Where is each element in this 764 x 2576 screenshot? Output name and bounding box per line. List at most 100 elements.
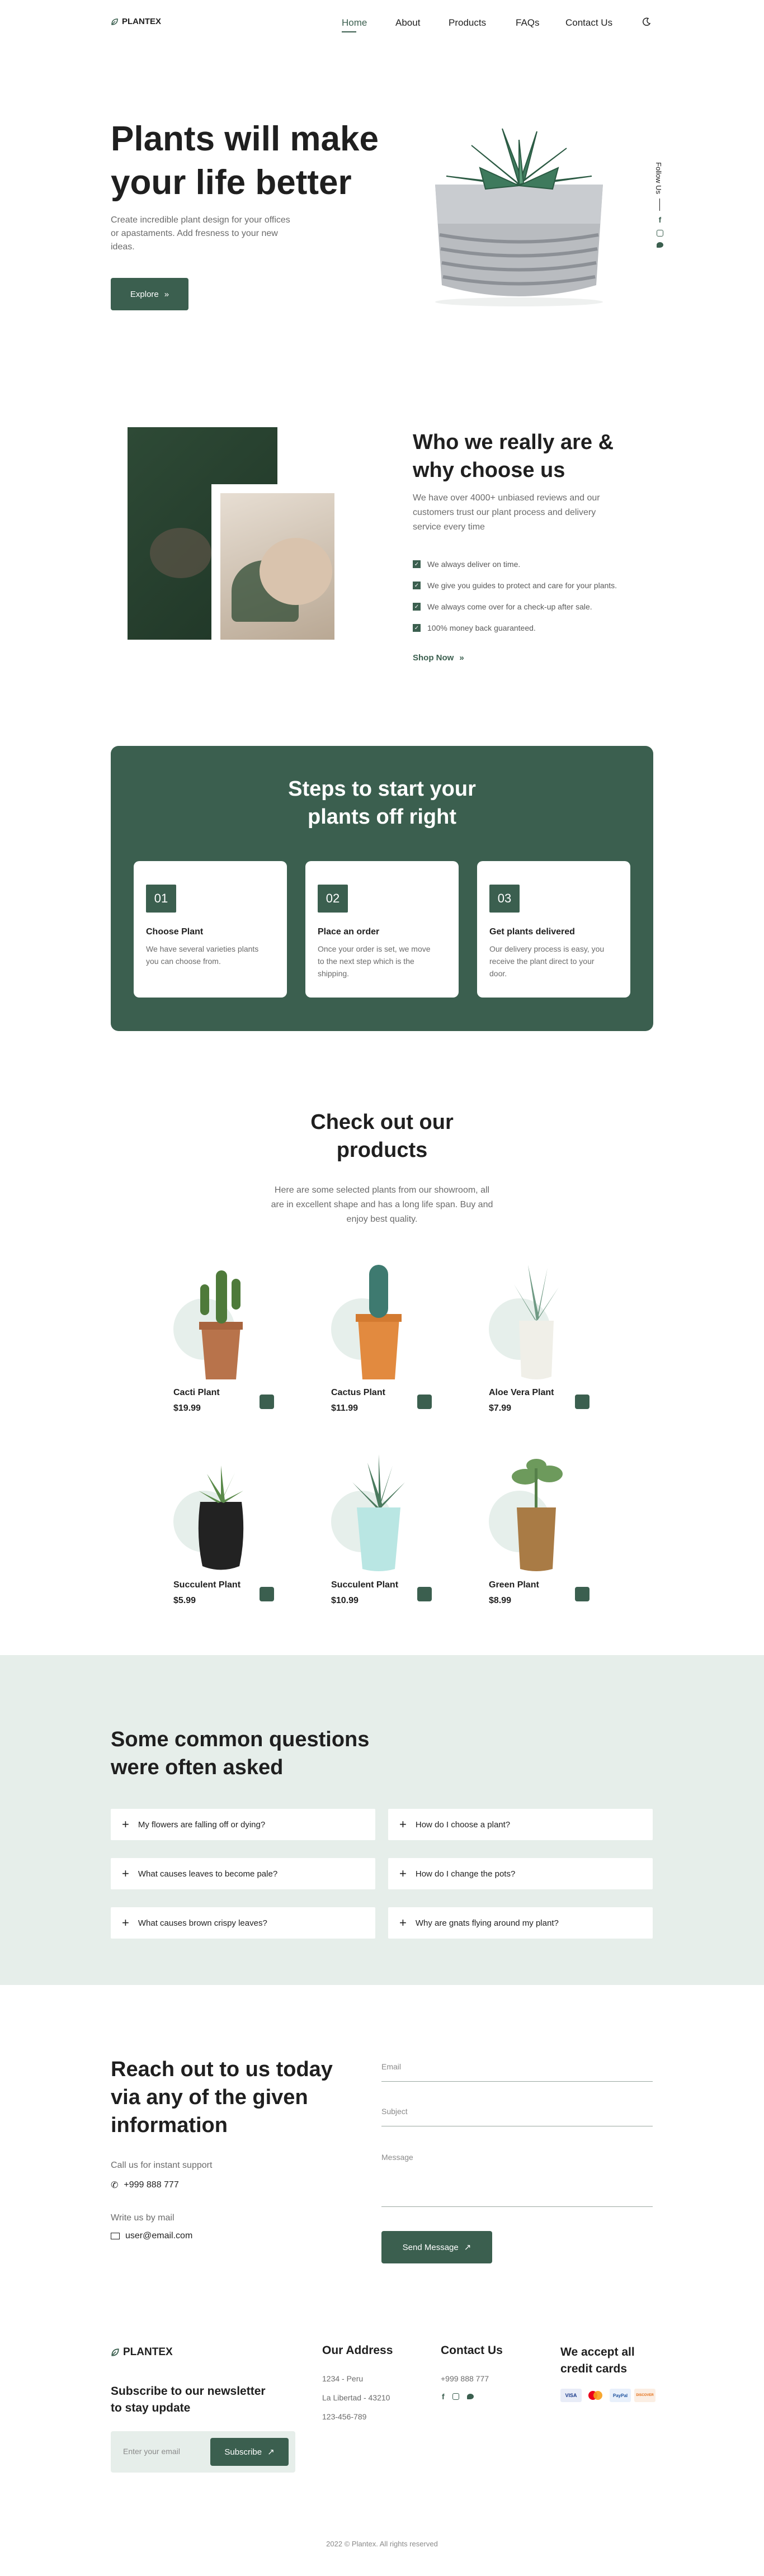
email-field[interactable] [381, 2081, 653, 2082]
copyright: 2022 © Plantex. All rights reserved [326, 2540, 438, 2548]
instagram-icon[interactable] [452, 2393, 459, 2400]
visa-card-icon: VISA [560, 2389, 582, 2402]
follow-us-bar: Follow Us f [654, 162, 666, 248]
checkbox-icon: ✓ [413, 624, 421, 632]
about-title: Who we really are & why choose us [413, 431, 614, 482]
step-number: 01 [146, 885, 176, 913]
faq-item[interactable]: + What causes brown crispy leaves? [111, 1907, 375, 1939]
hero-subtitle: Create incredible plant design for your … [111, 215, 290, 252]
faq-item[interactable]: + How do I change the pots? [388, 1858, 653, 1889]
check-item: ✓ We give you guides to protect and care… [413, 575, 617, 596]
product-image [199, 1270, 243, 1379]
product-card[interactable]: Succulent Plant $5.99 [173, 1452, 274, 1619]
faq-item[interactable]: + What causes leaves to become pale? [111, 1858, 375, 1889]
product-name: Cacti Plant [173, 1388, 220, 1397]
address-title: Our Address [322, 2344, 393, 2357]
product-name: Succulent Plant [331, 1580, 399, 1590]
mail-icon [111, 2233, 120, 2239]
nav-home[interactable]: Home [342, 17, 367, 29]
step-description: Our delivery process is easy, you receiv… [489, 944, 605, 978]
steps-title: Steps to start your plants off right [288, 777, 476, 829]
product-card[interactable]: Succulent Plant $10.99 [331, 1452, 432, 1619]
product-card[interactable]: Cactus Plant $11.99 [331, 1259, 432, 1427]
paypal-card-icon: PayPal [610, 2389, 631, 2402]
leaf-icon [111, 2348, 119, 2356]
products-description: Here are some selected plants from our s… [271, 1185, 493, 1224]
follow-us-label: Follow Us [654, 162, 663, 195]
product-image [352, 1454, 405, 1571]
newsletter-form: Enter your email Subscribe ↗ [111, 2431, 295, 2473]
shop-now-link[interactable]: Shop Now » [413, 653, 464, 663]
faq-item[interactable]: + How do I choose a plant? [388, 1809, 653, 1840]
cart-icon[interactable] [260, 1587, 274, 1601]
about-image-front [220, 493, 334, 640]
phone-row[interactable]: ✆ +999 888 777 [111, 2180, 179, 2191]
cart-icon[interactable] [260, 1395, 274, 1409]
plus-icon: + [399, 1817, 407, 1831]
message-field-label: Message [381, 2153, 413, 2162]
facebook-icon[interactable]: f [442, 2392, 445, 2401]
plus-icon: + [122, 1916, 129, 1930]
nav-contact[interactable]: Contact Us [565, 17, 612, 29]
step-description: Once your order is set, we move to the n… [318, 944, 431, 978]
faq-section: Some common questions were often asked +… [0, 1655, 764, 1985]
moon-icon[interactable] [642, 17, 651, 26]
brand-name: PLANTEX [122, 17, 162, 26]
product-price: $5.99 [173, 1596, 196, 1605]
subscribe-button[interactable]: Subscribe ↗ [210, 2438, 289, 2466]
address-line: 1234 - Peru [322, 2374, 364, 2383]
email-row[interactable]: user@email.com [111, 2231, 192, 2241]
footer-logo[interactable]: PLANTEX [111, 2346, 173, 2358]
product-name: Cactus Plant [331, 1388, 385, 1397]
product-card[interactable]: Green Plant $8.99 [489, 1452, 589, 1619]
faq-item[interactable]: + My flowers are falling off or dying? [111, 1809, 375, 1840]
cart-icon[interactable] [417, 1587, 432, 1601]
step-title: Get plants delivered [489, 927, 575, 937]
newsletter-email-input[interactable]: Enter your email [123, 2447, 180, 2456]
products-title: Check out our products [310, 1110, 454, 1162]
hero-title: Plants will make your life better [111, 120, 379, 202]
facebook-icon[interactable]: f [654, 215, 666, 224]
nav-about[interactable]: About [395, 17, 420, 29]
address-line: La Libertad - 43210 [322, 2393, 390, 2402]
faq-title: Some common questions were often asked [111, 1728, 370, 1779]
product-price: $11.99 [331, 1403, 359, 1413]
twitter-icon[interactable] [657, 242, 663, 248]
product-image [356, 1265, 402, 1379]
cart-icon[interactable] [575, 1587, 589, 1601]
product-card[interactable]: Aloe Vera Plant $7.99 [489, 1259, 589, 1427]
twitter-icon[interactable] [466, 2394, 474, 2399]
checkbox-icon: ✓ [413, 603, 421, 611]
write-label: Write us by mail [111, 2213, 175, 2223]
send-message-button[interactable]: Send Message ↗ [381, 2231, 492, 2263]
address-line: 123-456-789 [322, 2412, 367, 2421]
discover-card-icon: DISCOVER [634, 2389, 655, 2402]
arrow-up-right-icon: ↗ [267, 2447, 275, 2457]
cart-icon[interactable] [575, 1395, 589, 1409]
leaf-icon [111, 18, 118, 25]
product-name: Aloe Vera Plant [489, 1388, 554, 1397]
cart-icon[interactable] [417, 1395, 432, 1409]
explore-button[interactable]: Explore » [111, 278, 188, 310]
step-number: 02 [318, 885, 348, 913]
product-image [198, 1466, 244, 1570]
contact-title: Reach out to us today via any of the giv… [111, 2058, 333, 2137]
product-price: $8.99 [489, 1596, 512, 1605]
step-title: Choose Plant [146, 927, 204, 937]
step-title: Place an order [318, 927, 380, 937]
product-image [512, 1459, 563, 1571]
check-item: ✓ We always come over for a check-up aft… [413, 596, 617, 617]
nav-faqs[interactable]: FAQs [516, 17, 540, 29]
brand-logo[interactable]: PLANTEX [111, 17, 161, 26]
faq-item[interactable]: + Why are gnats flying around my plant? [388, 1907, 653, 1939]
about-description: We have over 4000+ unbiased reviews and … [413, 493, 600, 532]
product-card[interactable]: Cacti Plant $19.99 [173, 1259, 274, 1427]
step-description: We have several varieties plants you can… [146, 944, 259, 966]
nav-products[interactable]: Products [449, 17, 486, 29]
arrow-up-right-icon: ↗ [464, 2243, 471, 2252]
check-item: ✓ We always deliver on time. [413, 554, 617, 575]
plus-icon: + [122, 1817, 129, 1831]
product-price: $7.99 [489, 1403, 512, 1413]
message-field[interactable] [381, 2206, 653, 2207]
instagram-icon[interactable] [657, 230, 663, 237]
